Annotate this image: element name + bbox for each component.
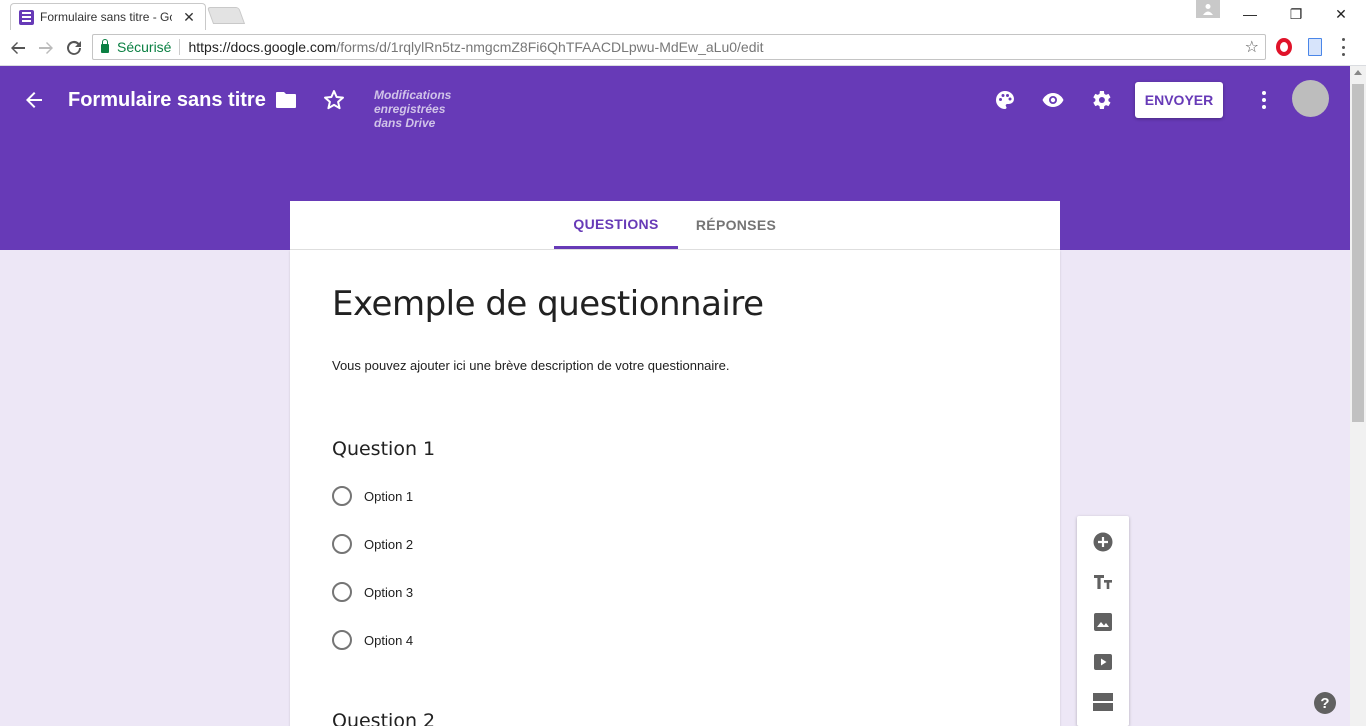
option-row[interactable]: Option 1: [332, 484, 413, 508]
avatar[interactable]: [1292, 80, 1329, 117]
quiz-title[interactable]: Exemple de questionnaire: [332, 284, 764, 324]
quiz-description[interactable]: Vous pouvez ajouter ici une brève descri…: [332, 358, 729, 373]
option-label: Option 1: [364, 488, 414, 504]
help-icon[interactable]: ?: [1314, 692, 1336, 714]
omnibox-separator: [179, 39, 181, 55]
forms-favicon-icon: [19, 9, 34, 25]
radio-button[interactable]: [332, 486, 352, 506]
tab-title: Formulaire sans titre - Gc: [40, 10, 172, 24]
lock-icon: [101, 39, 109, 53]
secure-label: Sécurisé: [117, 39, 172, 55]
url-host: https://docs.google.com: [188, 39, 337, 55]
browser-toolbar: Sécurisé https://docs.google.com /forms/…: [0, 30, 1366, 66]
forward-nav-icon[interactable]: [34, 36, 58, 60]
add-question-icon[interactable]: [1091, 530, 1115, 554]
radio-button[interactable]: [332, 582, 352, 602]
send-button[interactable]: ENVOYER: [1135, 82, 1223, 118]
save-status-line2: dans Drive: [374, 116, 436, 130]
radio-button[interactable]: [332, 630, 352, 650]
close-window-button[interactable]: ✕: [1318, 0, 1364, 28]
address-bar[interactable]: Sécurisé https://docs.google.com /forms/…: [92, 34, 1266, 60]
question-title[interactable]: Question 1: [332, 438, 435, 460]
option-row[interactable]: Option 2: [332, 532, 413, 556]
option-label: Option 3: [364, 584, 414, 600]
bookmark-star-icon[interactable]: ☆: [1245, 37, 1259, 57]
back-nav-icon[interactable]: [6, 36, 30, 60]
settings-gear-icon[interactable]: [1089, 88, 1113, 112]
form-title[interactable]: Formulaire sans titre: [68, 88, 266, 112]
option-row[interactable]: Option 3: [332, 580, 413, 604]
tab-questions[interactable]: QUESTIONS: [554, 201, 678, 249]
profile-icon[interactable]: [1196, 0, 1220, 18]
add-section-icon[interactable]: [1091, 690, 1115, 714]
new-tab-button[interactable]: [206, 7, 246, 24]
document-extension-icon[interactable]: [1308, 38, 1322, 56]
chrome-menu-icon[interactable]: [1342, 38, 1346, 56]
opera-extension-icon[interactable]: [1276, 38, 1292, 56]
form-tabs: QUESTIONS RÉPONSES: [290, 201, 1060, 250]
add-item-toolbar: [1077, 516, 1129, 726]
add-title-icon[interactable]: [1091, 570, 1115, 594]
minimize-button[interactable]: —: [1227, 0, 1273, 28]
tab-close-icon[interactable]: ✕: [181, 9, 197, 26]
form-card: Exemple de questionnaire Vous pouvez ajo…: [290, 250, 1060, 726]
folder-icon[interactable]: [275, 90, 297, 110]
radio-button[interactable]: [332, 534, 352, 554]
preview-eye-icon[interactable]: [1041, 88, 1065, 112]
option-label: Option 2: [364, 536, 414, 552]
palette-icon[interactable]: [993, 88, 1017, 112]
add-video-icon[interactable]: [1091, 650, 1115, 674]
back-arrow-icon[interactable]: [22, 88, 46, 112]
save-status: Modifications enregistrées dans Drive: [374, 88, 524, 130]
save-status-line1: Modifications enregistrées: [374, 88, 452, 116]
option-row[interactable]: Option 4: [332, 628, 413, 652]
option-label: Option 4: [364, 632, 414, 648]
star-icon[interactable]: [322, 88, 346, 112]
scroll-thumb[interactable]: [1352, 84, 1364, 422]
tab-responses[interactable]: RÉPONSES: [678, 201, 794, 249]
url-path: /forms/d/1rqlylRn5tz-nmgcmZ8Fi6QhTFAACDL…: [336, 39, 764, 55]
add-image-icon[interactable]: [1091, 610, 1115, 634]
page-scrollbar[interactable]: [1350, 66, 1366, 726]
browser-tab[interactable]: Formulaire sans titre - Gc ✕: [10, 3, 206, 30]
question-title[interactable]: Question 2: [332, 710, 435, 726]
scroll-up-arrow-icon[interactable]: [1354, 70, 1362, 75]
restore-button[interactable]: ❐: [1273, 0, 1319, 28]
reload-icon[interactable]: [62, 36, 86, 60]
browser-tabstrip: Formulaire sans titre - Gc ✕ — ❐ ✕: [0, 0, 1366, 30]
more-vert-icon[interactable]: [1252, 88, 1276, 112]
